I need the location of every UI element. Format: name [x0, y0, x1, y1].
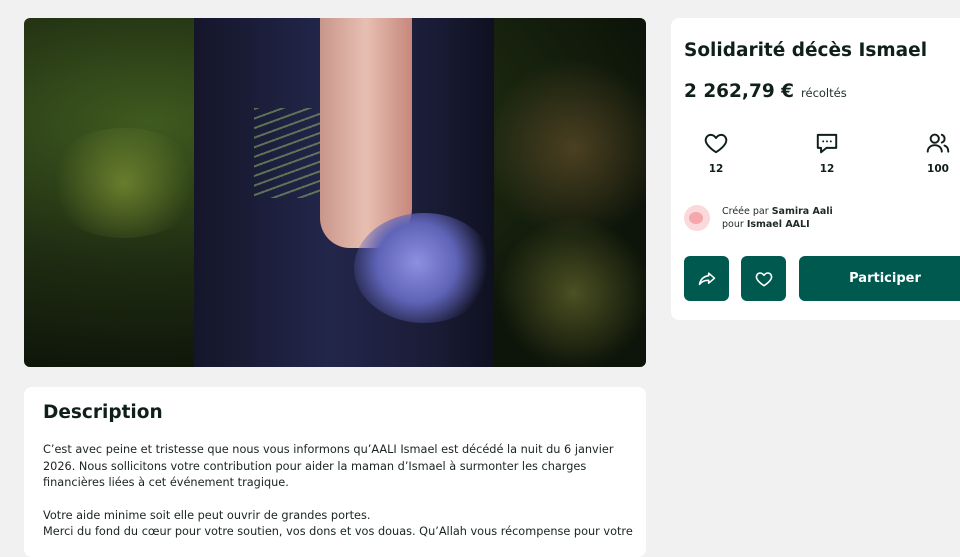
avatar[interactable] [684, 205, 710, 231]
description-paragraph: C’est avec peine et tristesse que nous v… [43, 443, 614, 489]
heart-icon [755, 271, 772, 286]
creator-name[interactable]: Samira Aali [772, 206, 833, 217]
participants-stat[interactable]: 100 [918, 130, 958, 175]
participants-count: 100 [927, 163, 949, 175]
campaign-card: Solidarité décès Ismael 2 262,79 € récol… [671, 18, 960, 320]
campaign-title: Solidarité décès Ismael [684, 40, 928, 61]
description-card: Description C’est avec peine et tristess… [24, 387, 646, 557]
comments-stat[interactable]: 12 [807, 130, 847, 175]
comment-icon [816, 133, 838, 154]
cover-image [24, 18, 646, 367]
share-button[interactable] [684, 256, 729, 301]
amount-suffix: récoltés [801, 86, 847, 100]
likes-stat[interactable]: 12 [696, 130, 736, 175]
amount-collected: 2 262,79 € [684, 81, 795, 102]
description-paragraph: Merci du fond du cœur pour votre soutien… [43, 525, 633, 538]
description-body: C’est avec peine et tristesse que nous v… [43, 442, 643, 541]
heart-icon [704, 133, 728, 154]
beneficiary-name[interactable]: Ismael AALI [747, 219, 810, 230]
description-title: Description [43, 402, 163, 423]
share-icon [698, 271, 715, 285]
participate-button[interactable]: Participer [799, 256, 960, 301]
created-by-prefix: Créée par [722, 206, 769, 217]
comments-count: 12 [819, 163, 835, 175]
likes-count: 12 [708, 163, 724, 175]
creator-info: Créée par Samira Aali pour Ismael AALI [684, 205, 833, 231]
users-icon [926, 133, 950, 153]
description-paragraph: Votre aide minime soit elle peut ouvrir … [43, 508, 371, 522]
favorite-button[interactable] [741, 256, 786, 301]
for-prefix: pour [722, 219, 744, 230]
amount-row: 2 262,79 € récoltés [684, 81, 847, 102]
